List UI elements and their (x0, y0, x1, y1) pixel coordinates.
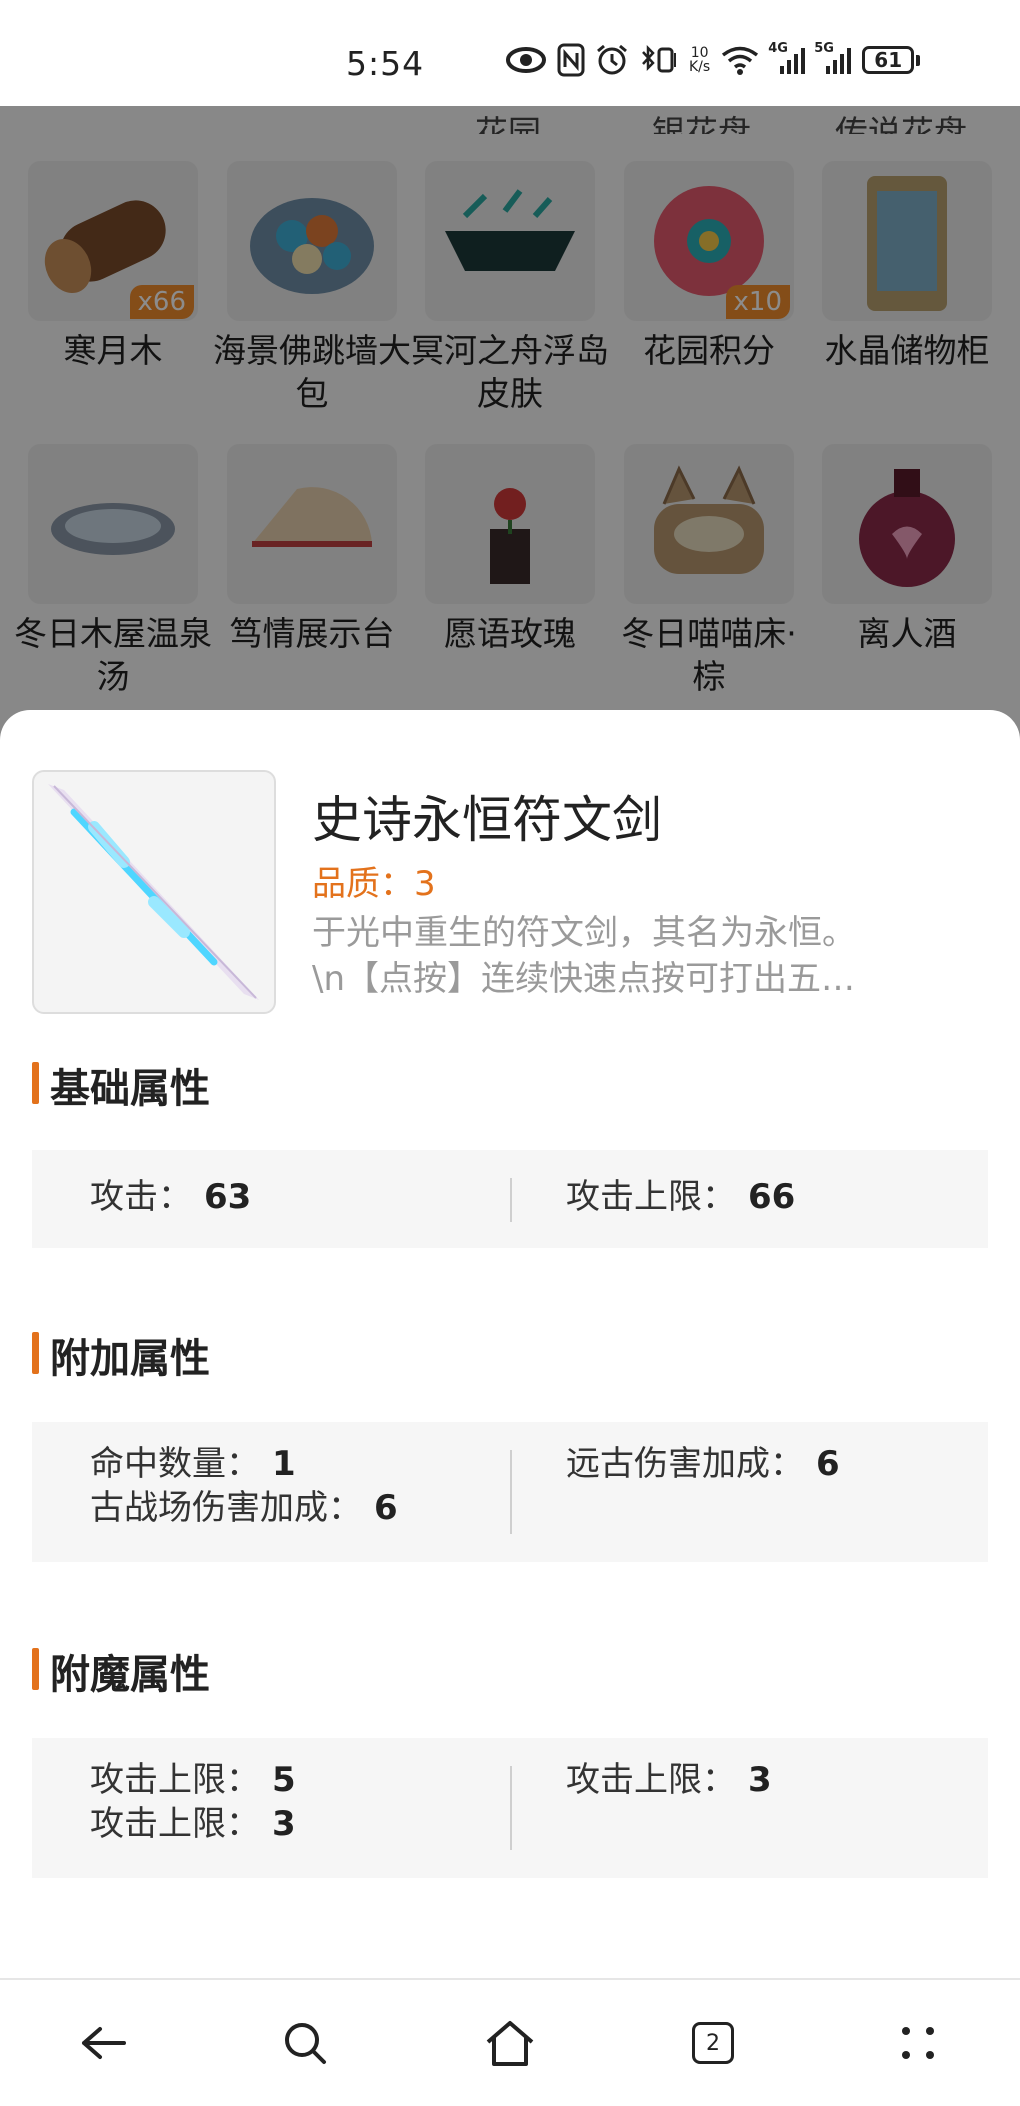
item-detail-sheet: 史诗永恒符文剑 品质：3 于光中重生的符文剑，其名为永恒。 \n【点按】连续快速… (0, 710, 1020, 1978)
battery-icon: 61 (862, 40, 921, 80)
tabs-button[interactable]: 2 (678, 2008, 748, 2078)
attr-col-left: 攻击： 63 (90, 1175, 251, 1219)
cell-signal-5g-icon: 5G (814, 40, 852, 80)
browser-nav-bar: 2 (0, 1978, 1020, 2106)
attr-row: 攻击： 63 (90, 1177, 252, 1217)
attr-col-right: 攻击上限： 3 (566, 1758, 772, 1802)
status-time: 5:54 (346, 44, 425, 83)
attr-box-enchant: 攻击上限： 5 攻击上限： 3 攻击上限： 3 (32, 1738, 988, 1878)
status-bar: 5:54 10 K/s 4G 5G 61 (0, 0, 1020, 106)
attr-box-base: 攻击： 63 攻击上限： 66 (32, 1150, 988, 1248)
attr-row: 攻击上限： 66 (566, 1177, 796, 1217)
item-thumbnail (32, 770, 276, 1014)
search-button[interactable] (270, 2008, 340, 2078)
back-button[interactable] (68, 2008, 138, 2078)
more-menu-button[interactable] (883, 2008, 953, 2078)
description-line: \n【点按】连续快速点按可打出五… (312, 959, 856, 999)
battery-level: 61 (862, 46, 915, 74)
wifi-icon (720, 40, 760, 80)
description-line: 于光中重生的符文剑，其名为永恒。 (312, 913, 856, 953)
attr-col-left: 攻击上限： 5 攻击上限： 3 (90, 1758, 296, 1846)
nfc-icon (557, 40, 585, 80)
item-description: 于光中重生的符文剑，其名为永恒。 \n【点按】连续快速点按可打出五… (312, 910, 992, 1002)
cell-signal-4g-icon: 4G (768, 40, 806, 80)
dim-overlay[interactable] (0, 106, 1020, 746)
tabs-count-icon: 2 (692, 2022, 734, 2064)
bluetooth-vibrate-icon (639, 40, 679, 80)
search-icon (285, 2023, 326, 2064)
section-title-enchant: 附魔属性 (32, 1642, 210, 1700)
attr-col-left: 命中数量： 1 古战场伤害加成： 6 (90, 1442, 398, 1530)
item-quality: 品质：3 (312, 864, 436, 904)
attr-row: 远古伤害加成： 6 (566, 1444, 840, 1484)
attr-col-right: 远古伤害加成： 6 (566, 1442, 840, 1486)
attr-row: 古战场伤害加成： 6 (90, 1488, 398, 1528)
dots-menu-icon (902, 2027, 934, 2059)
network-speed: 10 K/s (689, 45, 711, 75)
section-title-extra: 附加属性 (32, 1326, 210, 1384)
section-title-base: 基础属性 (32, 1056, 210, 1114)
attr-col-right: 攻击上限： 66 (566, 1175, 795, 1219)
attr-box-extra: 命中数量： 1 古战场伤害加成： 6 远古伤害加成： 6 (32, 1422, 988, 1562)
alarm-icon (595, 40, 629, 80)
attr-row: 攻击上限： 3 (90, 1804, 296, 1844)
status-icons: 10 K/s 4G 5G 61 (505, 38, 921, 82)
home-button[interactable] (475, 2008, 545, 2078)
attr-row: 攻击上限： 5 (90, 1760, 296, 1800)
back-arrow-icon (82, 2027, 126, 2059)
attr-row: 攻击上限： 3 (566, 1760, 772, 1800)
home-icon (486, 2021, 534, 2066)
item-title: 史诗永恒符文剑 (312, 791, 662, 849)
eye-icon (505, 40, 547, 80)
attr-row: 命中数量： 1 (90, 1444, 296, 1484)
